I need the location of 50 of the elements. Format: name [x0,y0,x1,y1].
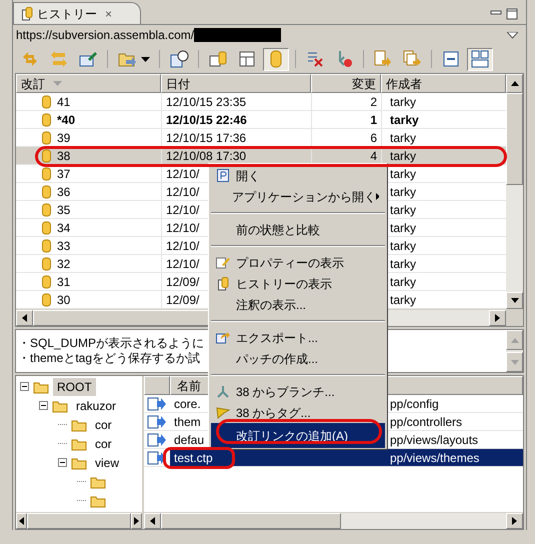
file-path-cell-text: pp/views/themes [390,450,480,466]
revision-cell-text: 34 [57,220,70,236]
file-path-cell-text: pp/config [390,396,439,412]
author-cell-text: tarky [390,202,416,218]
changes-cell-text: 4 [370,148,377,164]
author-cell-text: tarky [390,112,419,128]
changes-cell-text: 2 [370,94,377,110]
revision-cell-text: 31 [57,274,70,290]
author-cell-text: tarky [390,238,416,254]
file-name-cell-text: them [174,414,201,430]
changes-cell-text: 6 [370,130,377,146]
changes-cell-text: 1 [370,112,377,128]
repository-url: https://subversion.assembla.com/ [16,27,194,44]
revision-cell-text: 39 [57,130,70,146]
revision-cell-text: 41 [57,94,70,110]
revision-cell-text: 38 [57,148,70,164]
date-cell-text: 12/10/08 17:30 [166,148,246,164]
date-cell-text: 12/10/15 23:35 [166,94,246,110]
author-cell-text: tarky [390,94,416,110]
date-cell-text: 12/10/ [166,256,200,272]
author-cell-text: tarky [390,292,416,308]
revision-cell-text: 33 [57,238,70,254]
comment-line: ・themeとtagをどう保存するか試 [18,351,200,366]
revision-cell-text: 36 [57,184,70,200]
author-cell-text: tarky [390,274,416,290]
revision-cell-text: 37 [57,166,70,182]
date-cell-text: 12/10/ [166,220,200,236]
author-cell-text: tarky [390,130,416,146]
file-name-cell-text: test.ctp [174,450,213,466]
author-cell-text: tarky [390,220,416,236]
date-cell-text: 12/10/ [166,166,200,182]
revision-cell-text: *40 [57,112,76,128]
comment-line: ・SQL_DUMPが表示されるように [18,336,204,351]
author-cell-text: tarky [390,148,416,164]
revision-cell-text: 32 [57,256,70,272]
date-cell-text: 12/09/ [166,274,200,290]
author-cell-text: tarky [390,184,416,200]
author-cell-text: tarky [390,256,416,272]
date-cell-text: 12/10/ [166,202,200,218]
date-cell-text: 12/10/ [166,238,200,254]
tab-title: ヒストリー [37,6,97,22]
revision-cell-text: 30 [57,292,70,308]
date-cell-text: 12/10/15 22:46 [166,112,247,128]
date-cell-text: 12/09/ [166,292,200,308]
revision-cell-text: 35 [57,202,70,218]
file-path-cell-text: pp/controllers [390,414,462,430]
date-cell-text: 12/10/ [166,184,200,200]
file-name-cell-text: core. [174,396,201,412]
date-cell-text: 12/10/15 17:36 [166,130,246,146]
author-cell-text: tarky [390,166,416,182]
